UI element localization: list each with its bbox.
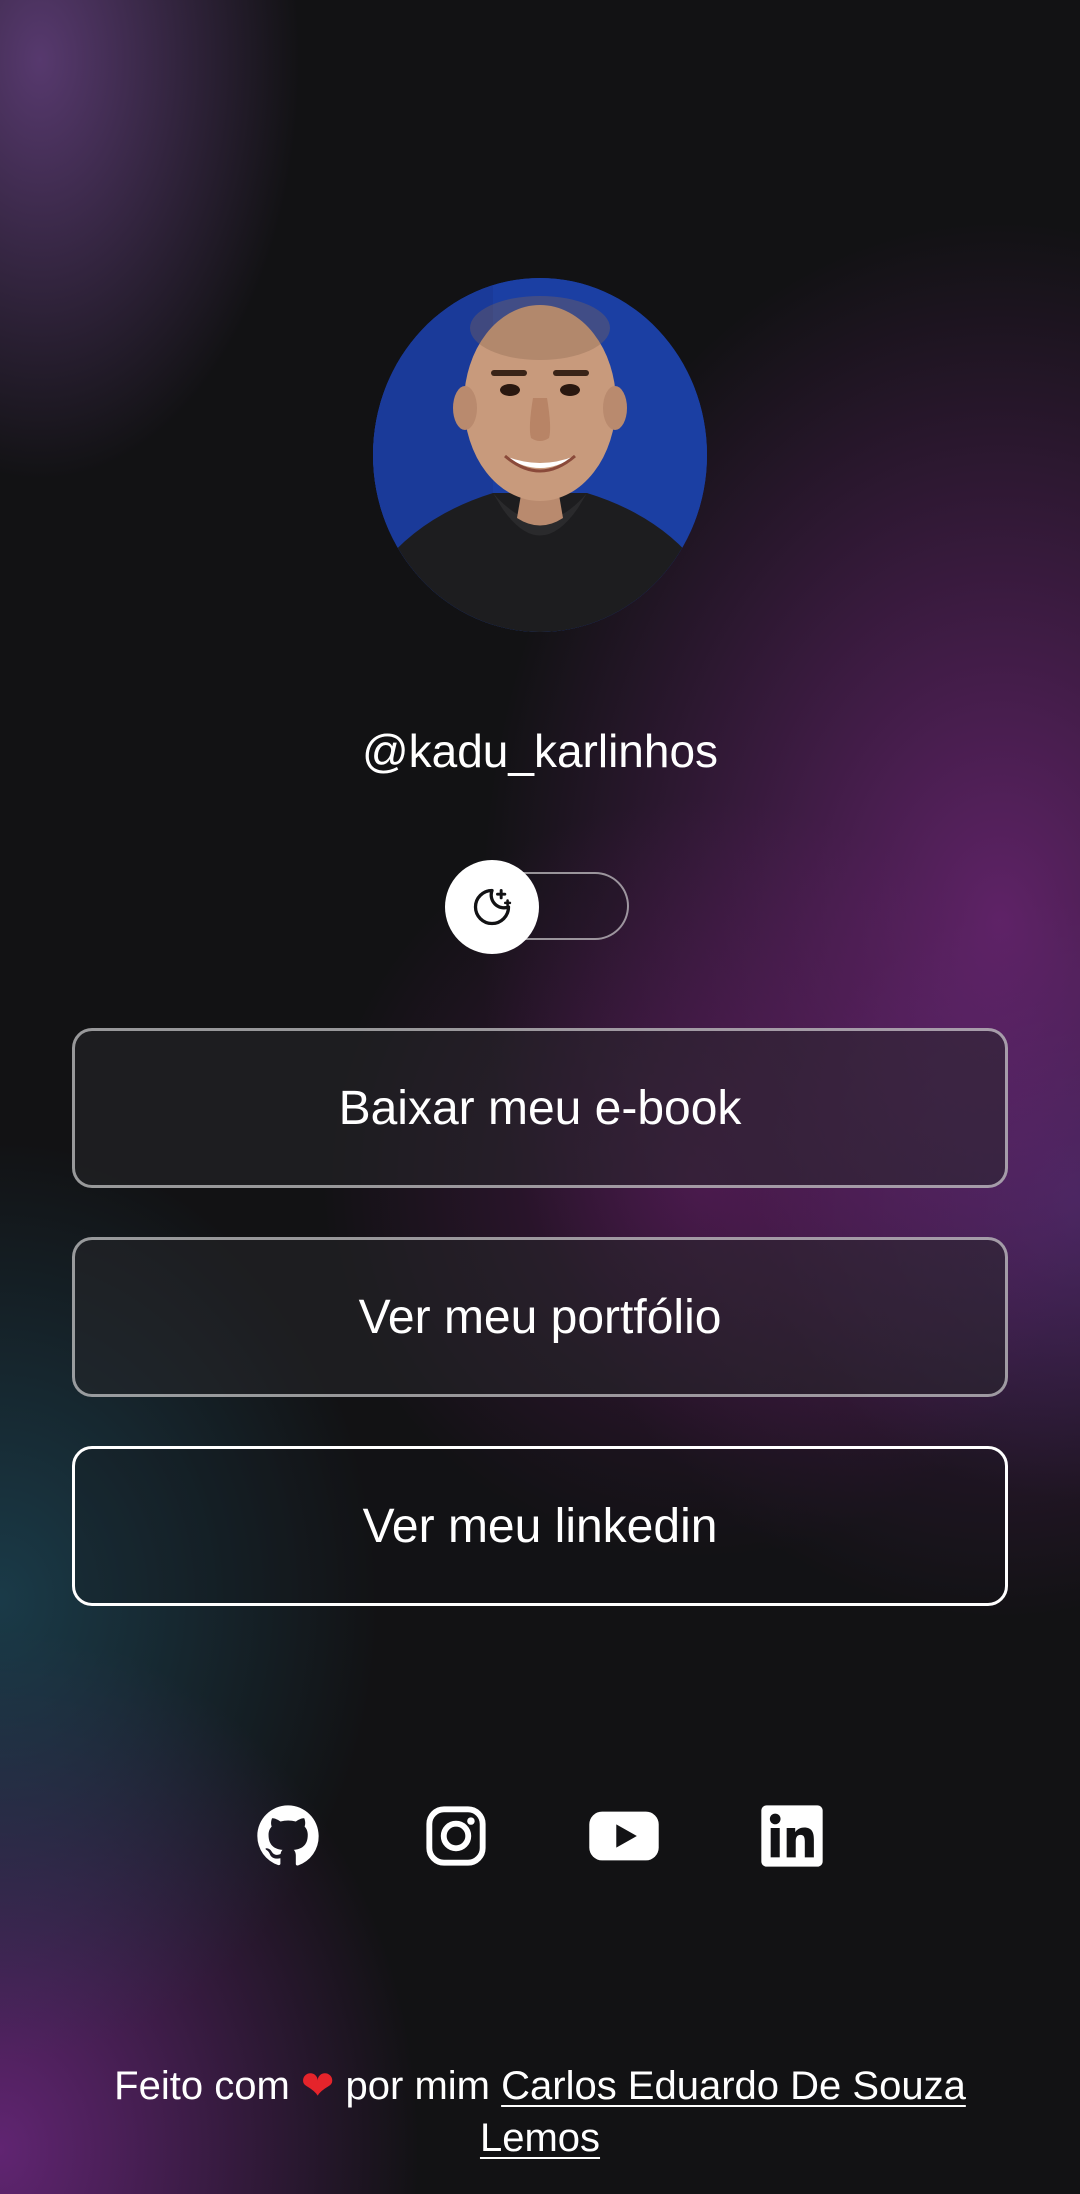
youtube-icon xyxy=(589,1811,659,1861)
avatar xyxy=(373,278,707,632)
heart-icon: ❤ xyxy=(300,2063,335,2109)
github-link[interactable] xyxy=(252,1800,324,1872)
profile-photo xyxy=(373,278,707,632)
instagram-icon xyxy=(426,1806,486,1866)
youtube-link[interactable] xyxy=(588,1800,660,1872)
footer-prefix: Feito com xyxy=(114,2064,290,2108)
linkedin-icon xyxy=(761,1805,823,1867)
toggle-knob[interactable] xyxy=(445,860,539,954)
ebook-button[interactable]: Baixar meu e-book xyxy=(72,1028,1008,1188)
linktree-page: @kadu_karlinhos Baixar meu e-book Ver me… xyxy=(0,0,1080,2194)
instagram-link[interactable] xyxy=(420,1800,492,1872)
author-link[interactable]: Carlos Eduardo De Souza Lemos xyxy=(480,2064,966,2160)
portfolio-button[interactable]: Ver meu portfólio xyxy=(72,1237,1008,1397)
linkedin-link[interactable] xyxy=(756,1800,828,1872)
github-icon xyxy=(257,1805,319,1866)
moon-stars-icon xyxy=(473,888,512,926)
social-links xyxy=(0,1800,1080,1872)
footer: Feito com ❤ por mim Carlos Eduardo De So… xyxy=(90,2060,990,2164)
profile-handle: @kadu_karlinhos xyxy=(361,725,719,777)
linkedin-button[interactable]: Ver meu linkedin xyxy=(72,1446,1008,1606)
footer-middle: por mim xyxy=(345,2064,490,2108)
theme-toggle[interactable] xyxy=(445,860,635,954)
